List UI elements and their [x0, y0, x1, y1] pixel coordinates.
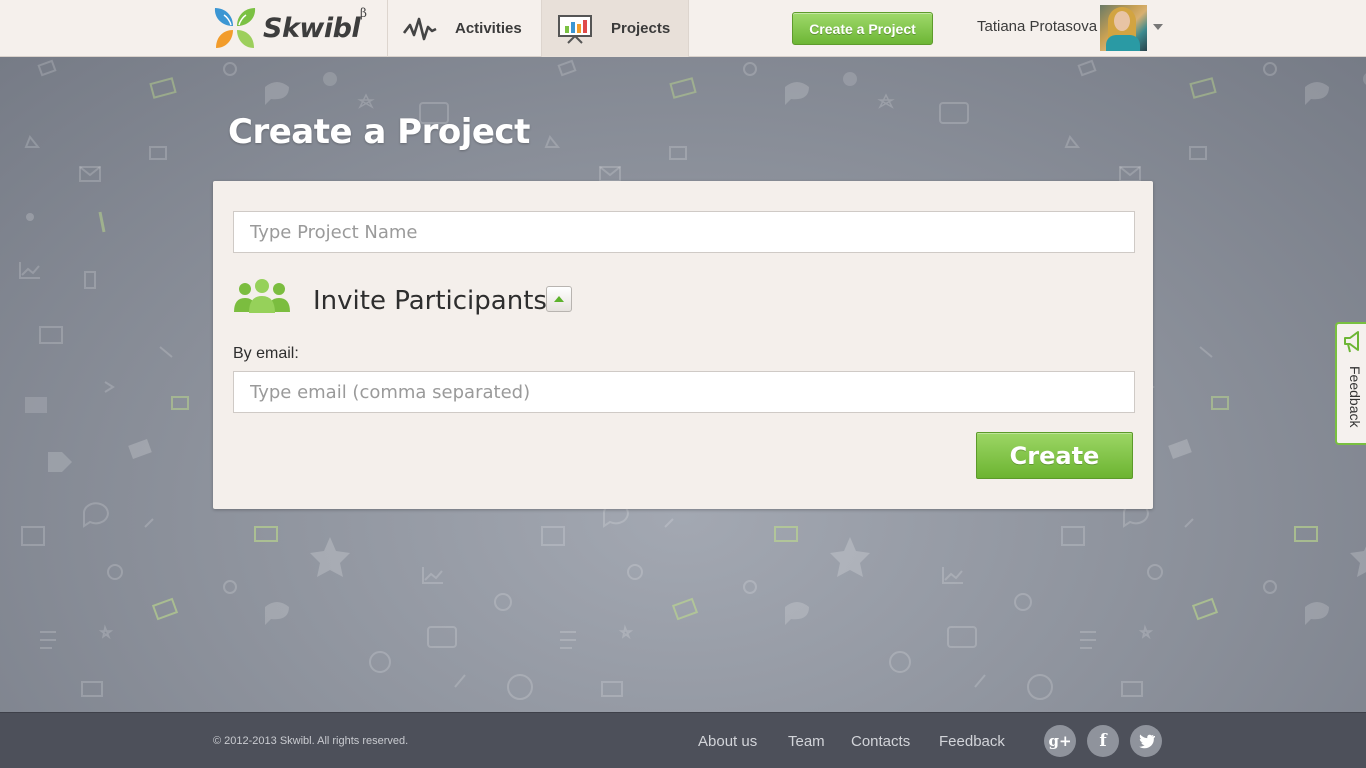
logo-wordmark: Skwibl [263, 12, 361, 44]
facebook-icon[interactable]: f [1087, 725, 1119, 757]
beta-badge: β [360, 6, 367, 20]
create-button[interactable]: Create [976, 432, 1133, 479]
page-title: Create a Project [228, 112, 530, 152]
invite-email-input[interactable] [233, 371, 1135, 413]
by-email-label: By email: [233, 345, 299, 362]
nav-projects-label: Projects [611, 20, 671, 37]
nav-divider [688, 0, 689, 57]
google-plus-icon[interactable]: g+ [1044, 725, 1076, 757]
presentation-board-icon [558, 14, 592, 44]
footer-link-feedback[interactable]: Feedback [939, 733, 1005, 750]
twitter-bird-icon [1139, 734, 1155, 748]
nav-projects[interactable]: Projects [542, 0, 688, 57]
feedback-tab-label: Feedback [1347, 366, 1363, 428]
footer-link-contacts[interactable]: Contacts [851, 733, 910, 750]
megaphone-icon [1344, 331, 1359, 353]
user-name[interactable]: Tatiana Protasova [977, 18, 1097, 35]
project-name-input[interactable] [233, 211, 1135, 253]
create-project-form: Invite Participants By email: Create [213, 181, 1153, 509]
create-project-header-button[interactable]: Create a Project [792, 12, 933, 45]
twitter-icon[interactable] [1130, 725, 1162, 757]
top-navigation-bar: Skwibl β Activities Projects Create a Pr… [0, 0, 1366, 57]
feedback-side-tab[interactable]: Feedback [1335, 322, 1366, 445]
user-menu-chevron-down-icon[interactable] [1153, 24, 1163, 30]
invite-participants-heading: Invite Participants [313, 286, 547, 316]
page-footer: © 2012-2013 Skwibl. All rights reserved.… [0, 712, 1366, 768]
collapse-invite-button[interactable] [546, 286, 572, 312]
activity-graph-icon [403, 17, 437, 40]
nav-activities-label: Activities [455, 20, 522, 37]
user-avatar[interactable] [1100, 5, 1147, 51]
footer-link-team[interactable]: Team [788, 733, 825, 750]
copyright-text: © 2012-2013 Skwibl. All rights reserved. [213, 735, 409, 747]
footer-link-about-us[interactable]: About us [698, 733, 757, 750]
chevron-up-icon [554, 296, 564, 302]
participants-group-icon [234, 279, 290, 313]
skwibl-logo[interactable]: Skwibl β [212, 6, 367, 50]
butterfly-logo-icon [214, 8, 256, 48]
nav-activities[interactable]: Activities [388, 0, 541, 57]
